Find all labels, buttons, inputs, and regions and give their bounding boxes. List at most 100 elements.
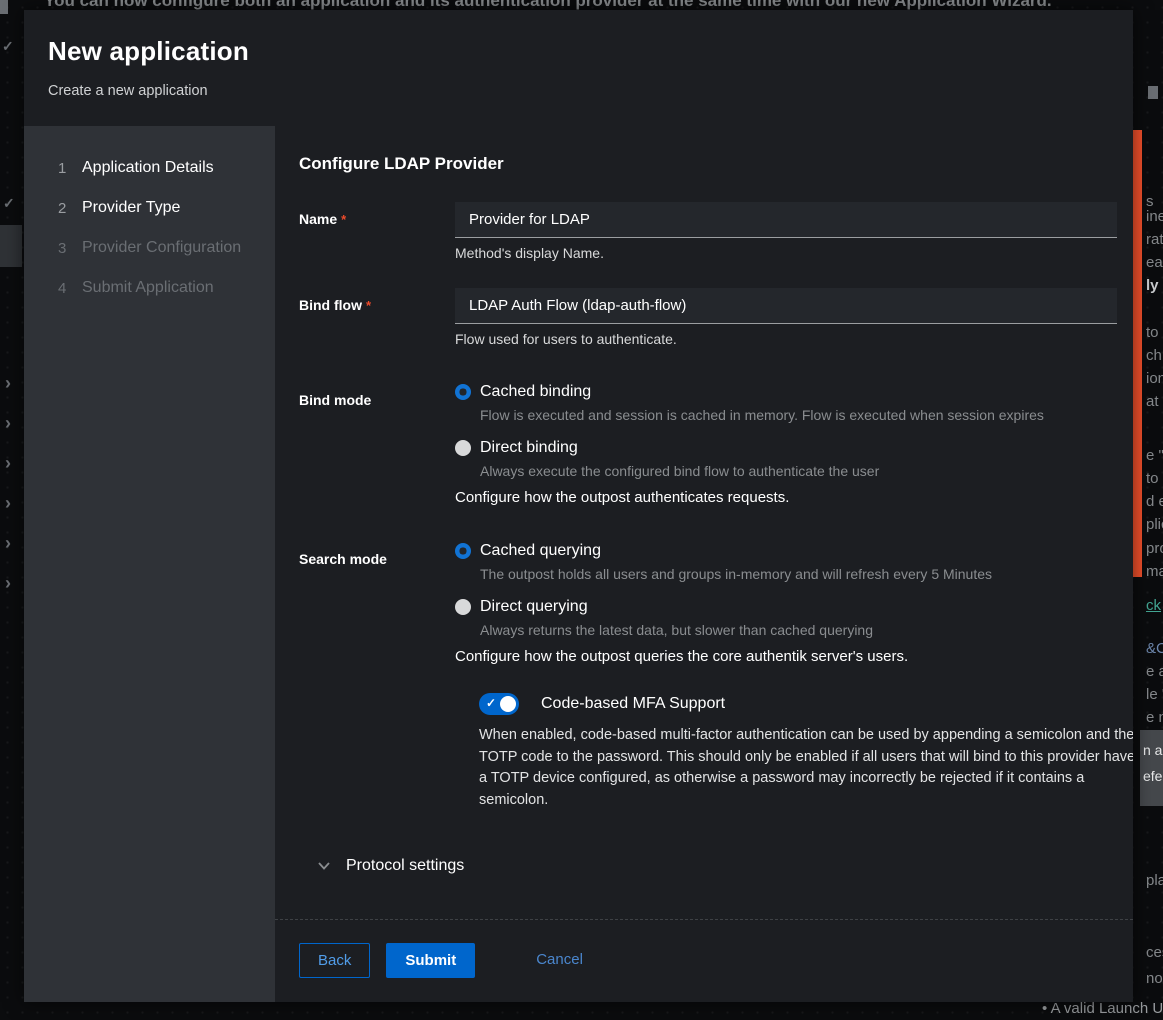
modal-header: New application Create a new application	[24, 10, 1133, 126]
radio-label[interactable]: Cached querying	[480, 542, 601, 560]
bg-text-fragment: at	[1146, 393, 1159, 410]
cancel-button[interactable]: Cancel	[536, 943, 583, 976]
modal-title: New application	[48, 36, 1109, 67]
chevron-down-icon	[318, 862, 330, 870]
wizard-footer: Back Submit Cancel	[275, 919, 1133, 1002]
bind-mode-cached-help: Flow is executed and session is cached i…	[480, 407, 1117, 423]
search-mode-cached-option[interactable]: Cached querying	[455, 542, 1117, 560]
name-label: Name*	[299, 202, 455, 261]
protocol-settings-label: Protocol settings	[346, 857, 464, 875]
radio-unselected-icon[interactable]	[455, 599, 471, 615]
search-mode-row: Search mode Cached querying The outpost …	[299, 542, 1117, 665]
step-label: Provider Type	[82, 199, 180, 217]
bind-flow-select[interactable]	[455, 288, 1117, 324]
radio-selected-icon[interactable]	[455, 543, 471, 559]
search-mode-cached-help: The outpost holds all users and groups i…	[480, 566, 1117, 582]
step-number: 1	[58, 160, 82, 177]
bg-text-fragment: ces	[1146, 944, 1163, 961]
radio-label[interactable]: Direct binding	[480, 439, 578, 457]
chevron-right-icon: ›	[5, 456, 11, 470]
version-highlight-bar	[1133, 130, 1142, 577]
bg-text-fragment: efe	[1143, 768, 1162, 784]
bg-right-fragments: sineratealy atochionate "ctod eplicproma…	[1145, 0, 1163, 1020]
step-provider-type[interactable]: 2 Provider Type	[24, 188, 275, 228]
check-icon: ✓	[2, 38, 14, 55]
new-application-modal: New application Create a new application…	[24, 10, 1133, 1002]
bg-text-fragment: &C	[1146, 640, 1163, 657]
bg-text-fragment: e n	[1146, 709, 1163, 726]
bg-text-fragment: d e	[1146, 493, 1163, 510]
step-number: 4	[58, 280, 82, 297]
app-screen: You can now configure both an applicatio…	[0, 0, 1163, 1020]
bg-text-fragment: to	[1146, 324, 1159, 341]
bg-corner-block	[0, 0, 8, 14]
radio-label[interactable]: Direct querying	[480, 598, 588, 616]
bg-text-fragment: le '	[1146, 686, 1163, 703]
step-submit-application: 4 Submit Application	[24, 268, 275, 308]
bind-mode-direct-option[interactable]: Direct binding	[455, 439, 1117, 457]
bg-text-fragment: ck	[1146, 597, 1161, 614]
bind-mode-row: Bind mode Cached binding Flow is execute…	[299, 383, 1117, 506]
bg-highlight-box: n a efe	[1140, 730, 1163, 806]
required-asterisk: *	[341, 212, 346, 227]
bg-text-fragment: pro	[1146, 540, 1163, 557]
bg-text-fragment: ma	[1146, 563, 1163, 580]
protocol-settings-header[interactable]: Protocol settings	[318, 857, 1117, 875]
name-help: Method's display Name.	[455, 245, 1117, 261]
bg-bullet-text: • A valid Launch URL	[1042, 1000, 1163, 1017]
search-mode-direct-help: Always returns the latest data, but slow…	[480, 622, 1117, 638]
provider-form: Configure LDAP Provider Name* Method's d…	[275, 126, 1133, 1002]
chevron-right-icon: ›	[5, 576, 11, 590]
radio-unselected-icon[interactable]	[455, 440, 471, 456]
search-mode-note: Configure how the outpost queries the co…	[455, 648, 1117, 665]
mfa-label: Code-based MFA Support	[541, 695, 725, 713]
chevron-right-icon: ›	[5, 496, 11, 510]
search-mode-label: Search mode	[299, 542, 455, 665]
bg-text-fragment: no	[1146, 970, 1163, 987]
chevron-right-icon: ›	[5, 536, 11, 550]
bg-text-fragment: ion	[1146, 370, 1163, 387]
bg-text-fragment: ch	[1146, 347, 1162, 364]
name-row: Name* Method's display Name.	[299, 202, 1117, 261]
step-label: Application Details	[82, 159, 214, 177]
step-application-details[interactable]: 1 Application Details	[24, 148, 275, 188]
submit-button[interactable]: Submit	[386, 943, 475, 978]
bg-text-fragment: e a	[1146, 663, 1163, 680]
bind-mode-cached-option[interactable]: Cached binding	[455, 383, 1117, 401]
bind-mode-note: Configure how the outpost authenticates …	[455, 489, 1117, 506]
bg-text-fragment: ine	[1146, 208, 1163, 225]
radio-selected-icon[interactable]	[455, 384, 471, 400]
modal-subtitle: Create a new application	[48, 83, 1109, 99]
chevron-right-icon: ›	[5, 416, 11, 430]
radio-label[interactable]: Cached binding	[480, 383, 591, 401]
bg-text-fragment: plic	[1146, 516, 1163, 533]
sidebar-active-item-edge	[0, 225, 22, 267]
mfa-toggle[interactable]: ✓	[479, 693, 519, 715]
step-number: 3	[58, 240, 82, 257]
bind-flow-label: Bind flow*	[299, 288, 455, 347]
bg-text-fragment: ly a	[1146, 277, 1163, 294]
step-provider-configuration: 3 Provider Configuration	[24, 228, 275, 268]
wizard-steps: 1 Application Details 2 Provider Type 3 …	[24, 126, 275, 1002]
search-mode-direct-option[interactable]: Direct querying	[455, 598, 1117, 616]
bind-flow-row: Bind flow* Flow used for users to authen…	[299, 288, 1117, 347]
mfa-help: When enabled, code-based multi-factor au…	[479, 725, 1133, 811]
form-heading: Configure LDAP Provider	[299, 154, 1117, 174]
bg-text-fragment: e "c	[1146, 447, 1163, 464]
chevron-right-icon: ›	[5, 376, 11, 390]
required-asterisk: *	[366, 298, 371, 313]
check-icon: ✓	[3, 195, 15, 212]
step-label: Submit Application	[82, 279, 214, 297]
bg-text-fragment: n a	[1143, 742, 1162, 758]
bg-text-fragment: ea	[1146, 254, 1163, 271]
mfa-section: ✓ Code-based MFA Support When enabled, c…	[299, 693, 1117, 811]
back-button[interactable]: Back	[299, 943, 370, 978]
step-number: 2	[58, 200, 82, 217]
check-icon: ✓	[486, 696, 496, 710]
name-input[interactable]	[455, 202, 1117, 238]
bg-text-fragment: rat	[1146, 231, 1163, 248]
bg-text-fragment: to	[1146, 470, 1159, 487]
bg-text-fragment: pla	[1146, 872, 1163, 889]
bind-mode-direct-help: Always execute the configured bind flow …	[480, 463, 1117, 479]
bind-flow-help: Flow used for users to authenticate.	[455, 331, 1117, 347]
